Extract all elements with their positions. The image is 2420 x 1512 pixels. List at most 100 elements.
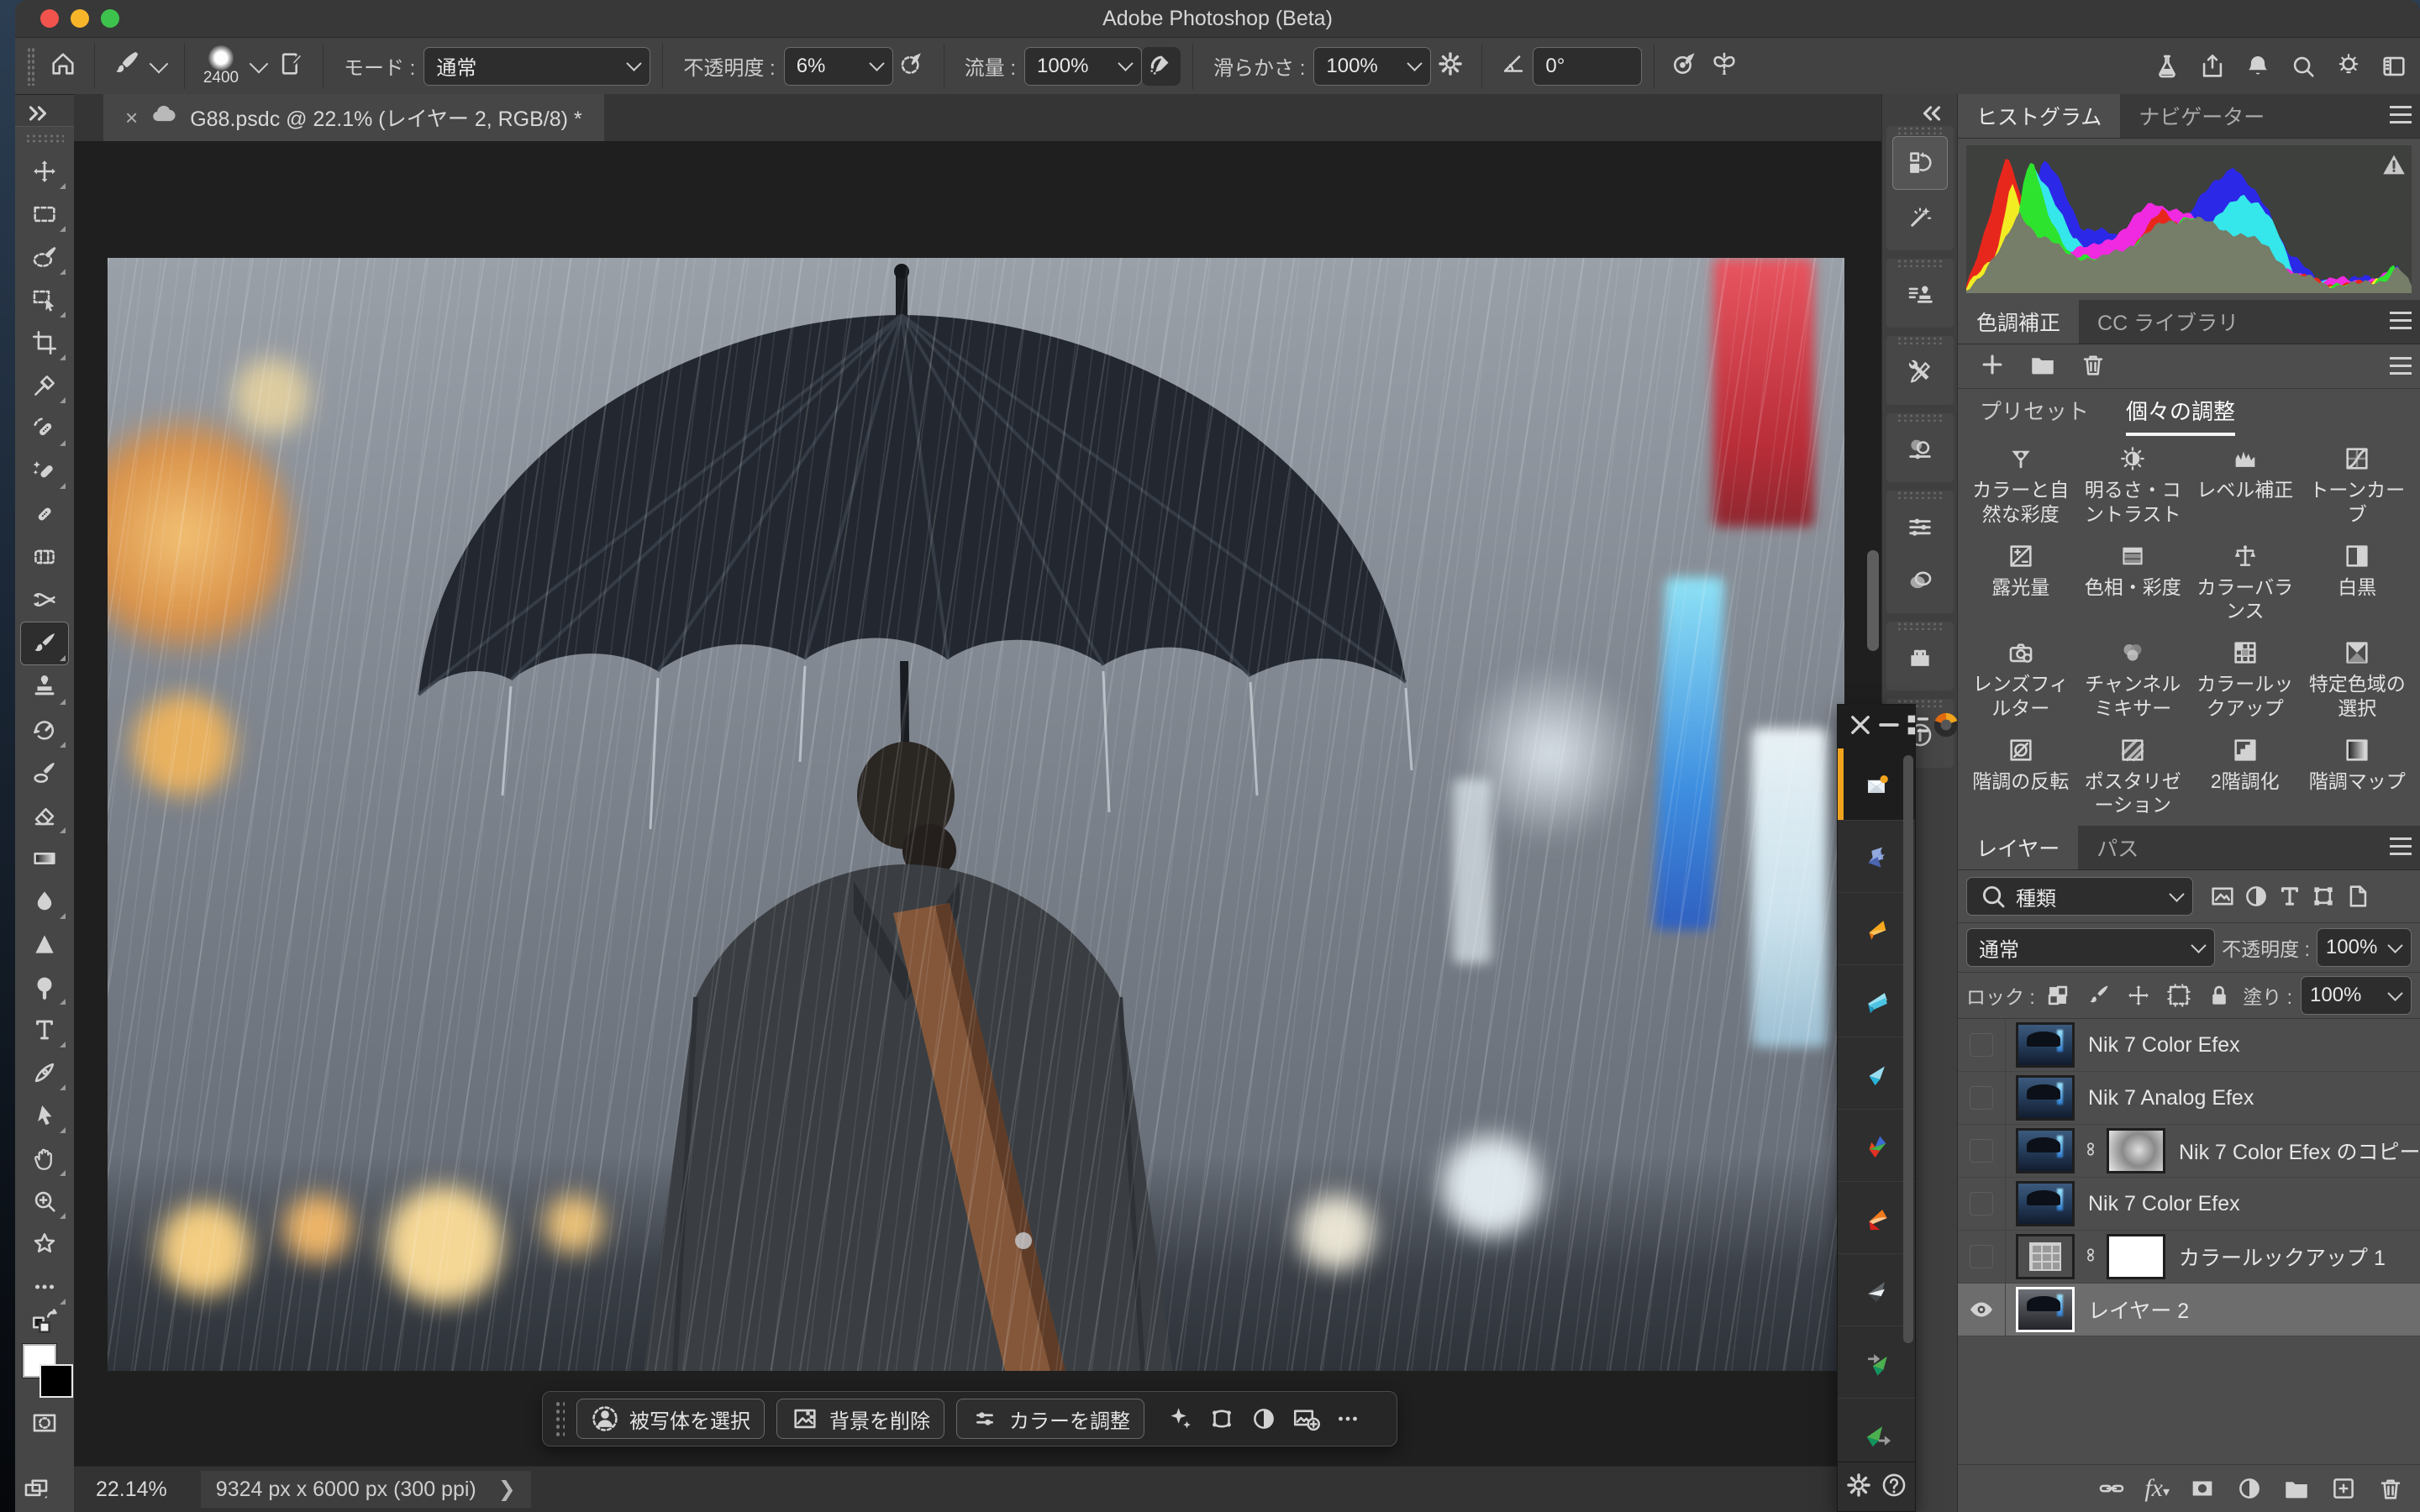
lock-brush-icon[interactable] xyxy=(2084,981,2112,1010)
properties-panel-button[interactable] xyxy=(1893,501,1947,553)
adjustment-14[interactable]: 2階調化 xyxy=(2189,736,2302,818)
tool-mixer-brush[interactable] xyxy=(21,752,68,794)
half-circle-button[interactable] xyxy=(1245,1402,1282,1436)
new-layer-icon[interactable] xyxy=(2329,1474,2358,1503)
toolbar-grip[interactable] xyxy=(25,134,64,144)
layer-thumbnail[interactable] xyxy=(2016,1287,2075,1332)
adjustment-4[interactable]: 露光量 xyxy=(1965,542,2077,624)
panel-menu-icon[interactable] xyxy=(2390,837,2412,856)
zoom-level-field[interactable]: 22.14% xyxy=(96,1478,167,1502)
mask-link-icon[interactable] xyxy=(2081,1135,2100,1168)
airbrush-toggle[interactable] xyxy=(1142,47,1181,86)
tool-more-tools[interactable] xyxy=(21,1266,68,1308)
layer-mask-thumbnail[interactable] xyxy=(2107,1128,2165,1173)
brush-settings-toggle[interactable] xyxy=(272,47,311,86)
tab-histogram[interactable]: ヒストグラム xyxy=(1958,94,2120,138)
adjustment-9[interactable]: チャンネルミキサー xyxy=(2077,638,2190,721)
adjustment-1[interactable]: 明るさ・コントラスト xyxy=(2077,444,2190,527)
lock-artboard-icon[interactable] xyxy=(2165,981,2193,1010)
taskbar-button-1[interactable]: 背景を削除 xyxy=(776,1399,944,1439)
default-colors-button[interactable] xyxy=(21,1309,68,1337)
subtab-single-adjustments[interactable]: 個々の調整 xyxy=(2126,395,2235,436)
layer-name[interactable]: Nik 7 Color Efex のコピー xyxy=(2179,1136,2420,1166)
tool-blur[interactable] xyxy=(21,880,68,922)
blend-mode-select[interactable]: 通常 xyxy=(424,47,650,86)
layer-thumbnail[interactable] xyxy=(2016,1128,2075,1173)
tool-gradient[interactable] xyxy=(21,837,68,879)
half-circle-icon[interactable] xyxy=(2235,1474,2264,1503)
ellipsis-button[interactable] xyxy=(1329,1402,1366,1436)
tool-spot-heal[interactable] xyxy=(21,407,68,449)
image-plus-button[interactable] xyxy=(1287,1402,1324,1436)
color-swatches[interactable] xyxy=(21,1342,68,1403)
panel-menu-icon[interactable] xyxy=(2390,106,2412,124)
tool-pen[interactable] xyxy=(21,1052,68,1094)
adjustment-7[interactable]: 白黒 xyxy=(2302,542,2414,624)
tool-patch[interactable] xyxy=(21,536,68,578)
symmetry-button[interactable] xyxy=(1705,47,1744,86)
layer-visibility-toggle[interactable] xyxy=(1958,1072,2006,1124)
plugins-panel-button[interactable] xyxy=(1893,632,1947,684)
tab-navigator[interactable]: ナビゲーター xyxy=(2120,94,2283,138)
home-button[interactable] xyxy=(44,47,82,86)
layer-name[interactable]: Nik 7 Color Efex xyxy=(2088,1033,2240,1058)
add-adjustment-button[interactable] xyxy=(1978,350,2007,383)
layer-name[interactable]: レイヤー 2 xyxy=(2088,1294,2189,1325)
bulb-button[interactable] xyxy=(2329,47,2368,86)
warp-button[interactable] xyxy=(1203,1402,1240,1436)
minimize-icon[interactable] xyxy=(1875,711,1903,743)
layer-name[interactable]: Nik 7 Color Efex xyxy=(2088,1192,2240,1216)
chevron-down-icon[interactable] xyxy=(250,54,269,73)
wand-panel-button[interactable] xyxy=(1893,192,1947,244)
layer-row[interactable]: レイヤー 2 xyxy=(1958,1284,2420,1336)
tool-swap-arrows[interactable] xyxy=(21,579,68,621)
tool-path-select[interactable] xyxy=(21,1095,68,1137)
delete-button[interactable] xyxy=(2079,350,2107,383)
adjustment-6[interactable]: カラーバランス xyxy=(2189,542,2302,624)
document-info[interactable]: 9324 px x 6000 px (300 ppi) ❯ xyxy=(201,1471,531,1508)
tool-bandage[interactable] xyxy=(21,493,68,535)
brush-preset-picker[interactable]: 2400 xyxy=(197,45,245,87)
layer-fill-select[interactable]: 100% xyxy=(2301,976,2412,1015)
tool-dodge[interactable] xyxy=(21,966,68,1008)
mask-icon[interactable] xyxy=(2188,1474,2217,1503)
lock-checker-icon[interactable] xyxy=(2044,981,2072,1010)
layer-thumbnail[interactable] xyxy=(2016,1181,2075,1226)
taskbar-button-0[interactable]: 被写体を選択 xyxy=(576,1399,765,1439)
layer-thumbnail[interactable] xyxy=(2016,1234,2075,1279)
layer-mask-thumbnail[interactable] xyxy=(2107,1234,2165,1279)
tool-marquee[interactable] xyxy=(21,193,68,235)
tab-adjustments[interactable]: 色調補正 xyxy=(1958,300,2079,344)
task-bar-grip[interactable] xyxy=(555,1400,565,1437)
dock-grip[interactable] xyxy=(1897,491,1944,499)
dock-grip[interactable] xyxy=(1897,622,1944,630)
tool-preset-button[interactable] xyxy=(107,47,145,86)
layer-visibility-toggle[interactable] xyxy=(1958,1019,2006,1071)
layer-filter-select[interactable]: 種類 xyxy=(1966,877,2193,916)
document-tab[interactable]: × G88.psdc @ 22.1% (レイヤー 2, RGB/8) * xyxy=(103,94,604,141)
tool-crop[interactable] xyxy=(21,322,68,364)
chevron-down-icon[interactable] xyxy=(150,54,169,73)
half-circle-icon[interactable] xyxy=(2242,882,2270,911)
tool-eyedropper[interactable] xyxy=(21,365,68,407)
background-color-swatch[interactable] xyxy=(39,1364,73,1398)
history-panel-button[interactable] xyxy=(1892,136,1948,190)
shape-filter-icon[interactable] xyxy=(2309,882,2338,911)
tool-sharpen[interactable] xyxy=(21,923,68,965)
adjustment-15[interactable]: 階調マップ xyxy=(2302,736,2414,818)
layer-blend-mode-select[interactable]: 通常 xyxy=(1966,928,2215,967)
layer-visibility-toggle[interactable] xyxy=(1958,1125,2006,1177)
dock-grip[interactable] xyxy=(1897,336,1944,344)
adjustment-13[interactable]: ポスタリゼーション xyxy=(2077,736,2190,818)
adjustment-3[interactable]: トーンカーブ xyxy=(2302,444,2414,527)
screen-mode-button[interactable] xyxy=(22,1474,50,1507)
chain-icon[interactable] xyxy=(2097,1474,2126,1503)
close-icon[interactable] xyxy=(1846,711,1875,743)
tool-type[interactable] xyxy=(21,1009,68,1051)
opacity-select[interactable]: 6% xyxy=(784,47,893,86)
dock-collapse-button[interactable] xyxy=(1918,99,1946,132)
lock-move-icon[interactable] xyxy=(2124,981,2153,1010)
mask-link-icon[interactable] xyxy=(2081,1241,2100,1273)
tab-cc-libraries[interactable]: CC ライブラリ xyxy=(2079,300,2257,344)
type-filter-icon[interactable] xyxy=(2275,882,2304,911)
